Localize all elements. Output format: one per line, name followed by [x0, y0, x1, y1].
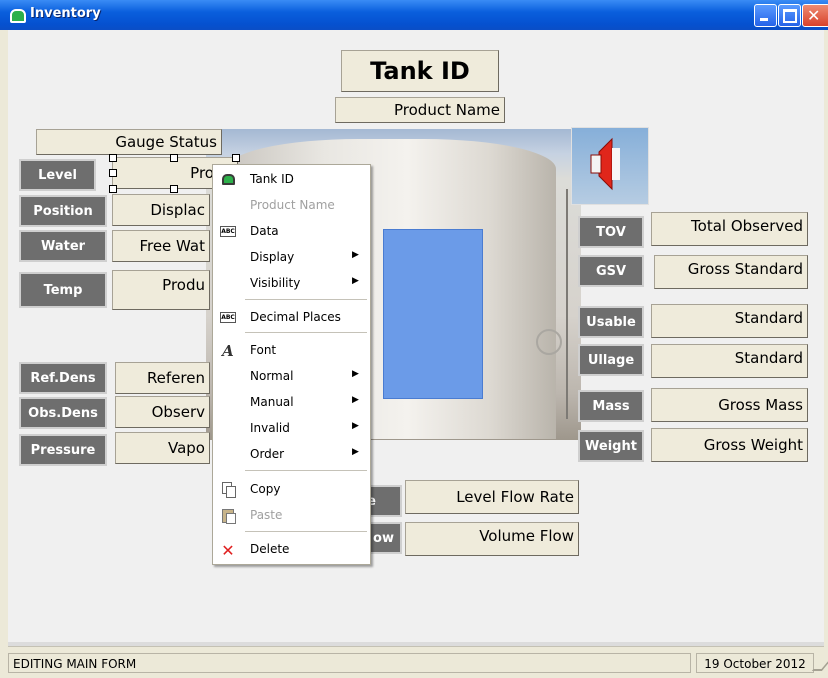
usable-label: Usable [578, 306, 644, 338]
mass-field[interactable]: Gross Mass [651, 388, 808, 422]
resize-grip-icon[interactable] [811, 661, 828, 671]
selection-handle[interactable] [109, 185, 117, 193]
menu-item-invalid[interactable]: Invalid ▶ [213, 415, 370, 441]
menu-separator [245, 531, 367, 532]
selection-handle[interactable] [170, 185, 178, 193]
maximize-button[interactable] [778, 4, 801, 27]
weight-label: Weight [578, 430, 644, 462]
menu-item-decimal-places[interactable]: ABC Decimal Places [213, 304, 370, 330]
delete-icon: ✕ [221, 541, 235, 560]
level-label: Level [19, 159, 96, 191]
ref-dens-label: Ref.Dens [19, 362, 107, 394]
gauge-status-field[interactable]: Gauge Status [36, 129, 222, 155]
pressure-label: Pressure [19, 434, 107, 466]
water-label: Water [19, 230, 107, 262]
obs-dens-field[interactable]: Observ [115, 396, 210, 428]
abc-icon: ABC [220, 312, 236, 323]
app-icon [10, 9, 26, 23]
tank-id-field[interactable]: Tank ID [341, 50, 499, 92]
pressure-field[interactable]: Vapo [115, 432, 210, 464]
ref-dens-field[interactable]: Referen [115, 362, 210, 394]
inventory-window: Inventory ✕ Tank ID Product Name Gauge S… [0, 0, 828, 678]
menu-item-paste[interactable]: Paste [213, 502, 370, 528]
close-icon: ✕ [807, 6, 821, 25]
menu-item-manual[interactable]: Manual ▶ [213, 389, 370, 415]
mass-label: Mass [578, 390, 644, 422]
submenu-arrow-icon: ▶ [352, 395, 359, 405]
menu-item-data[interactable]: ABC Data [213, 218, 370, 244]
context-menu: Tank ID Product Name ABC Data Display ▶ … [212, 164, 371, 565]
speaker-icon [590, 137, 620, 191]
close-button[interactable]: ✕ [802, 4, 828, 27]
product-name-field[interactable]: Product Name [335, 97, 505, 123]
copy-icon [220, 481, 236, 498]
menu-separator [245, 332, 367, 333]
paste-icon [220, 507, 236, 524]
submenu-arrow-icon: ▶ [352, 250, 359, 260]
menu-separator [245, 299, 367, 300]
status-date: 19 October 2012 [696, 653, 814, 673]
menu-item-display[interactable]: Display ▶ [213, 244, 370, 270]
menu-separator [245, 470, 367, 471]
selection-handle[interactable] [109, 169, 117, 177]
selection-handle[interactable] [170, 154, 178, 162]
alarm-speaker-button[interactable] [571, 127, 649, 205]
submenu-arrow-icon: ▶ [352, 369, 359, 379]
gsv-label: GSV [578, 255, 644, 287]
menu-item-visibility[interactable]: Visibility ▶ [213, 270, 370, 296]
submenu-arrow-icon: ▶ [352, 447, 359, 457]
temp-field[interactable]: Produ [112, 270, 210, 310]
minimize-button[interactable] [754, 4, 777, 27]
volume-flow-field[interactable]: Volume Flow [405, 522, 579, 556]
font-icon: A [222, 342, 234, 360]
tank-icon [220, 171, 236, 187]
weight-field[interactable]: Gross Weight [651, 428, 808, 462]
ullage-label: Ullage [578, 344, 644, 376]
submenu-arrow-icon: ▶ [352, 421, 359, 431]
abc-icon: ABC [220, 226, 236, 237]
selection-handle[interactable] [232, 154, 240, 162]
temp-label: Temp [19, 272, 107, 308]
menu-item-delete[interactable]: ✕ Delete [213, 536, 370, 562]
maximize-icon [783, 9, 797, 23]
usable-field[interactable]: Standard [651, 304, 808, 338]
status-mode: EDITING MAIN FORM [8, 653, 691, 673]
minimize-icon [760, 18, 768, 21]
water-field[interactable]: Free Wat [112, 230, 210, 262]
form-canvas[interactable]: Tank ID Product Name Gauge Status Level … [8, 30, 824, 646]
menu-item-normal[interactable]: Normal ▶ [213, 363, 370, 389]
menu-item-font[interactable]: A Font [213, 337, 370, 363]
selection-handle[interactable] [109, 154, 117, 162]
menu-item-tank-id[interactable]: Tank ID [213, 166, 370, 192]
level-flow-field[interactable]: Level Flow Rate [405, 480, 579, 514]
menu-item-order[interactable]: Order ▶ [213, 441, 370, 467]
tov-label: TOV [578, 216, 644, 248]
position-field[interactable]: Displac [112, 194, 210, 226]
submenu-arrow-icon: ▶ [352, 276, 359, 286]
obs-dens-label: Obs.Dens [19, 397, 107, 429]
tov-field[interactable]: Total Observed [651, 212, 808, 246]
ullage-field[interactable]: Standard [651, 344, 808, 378]
menu-item-product-name[interactable]: Product Name [213, 192, 370, 218]
window-title: Inventory [30, 6, 101, 21]
gsv-field[interactable]: Gross Standard [654, 255, 808, 289]
status-bar: EDITING MAIN FORM 19 October 2012 [8, 646, 828, 678]
title-bar[interactable]: Inventory ✕ [0, 0, 828, 30]
tank-level-indicator[interactable] [383, 229, 483, 399]
menu-item-copy[interactable]: Copy [213, 476, 370, 502]
position-label: Position [19, 195, 107, 227]
